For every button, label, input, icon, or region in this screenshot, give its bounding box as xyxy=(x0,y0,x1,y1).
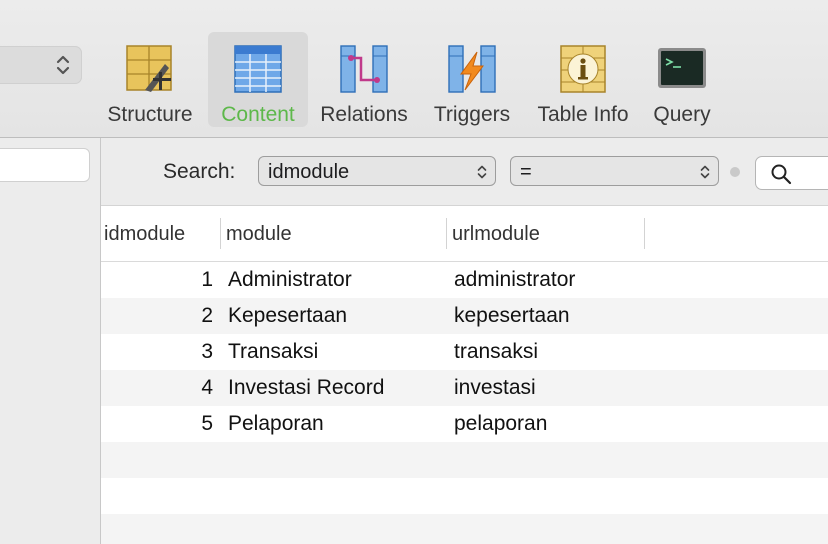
tab-query-label: Query xyxy=(653,103,711,126)
database-select[interactable] xyxy=(0,46,82,84)
updown-chevron-icon xyxy=(700,165,710,179)
cell-idmodule[interactable]: 3 xyxy=(101,334,213,370)
filter-value-input[interactable] xyxy=(755,156,828,190)
tab-structure[interactable]: Structure xyxy=(102,32,198,127)
empty-row xyxy=(101,442,828,478)
column-separator[interactable] xyxy=(220,218,221,249)
updown-chevron-icon xyxy=(477,165,487,179)
content-icon xyxy=(234,45,282,93)
toolbar: Structure Content Relations Triggers Tab… xyxy=(0,0,828,138)
column-header-urlmodule[interactable]: urlmodule xyxy=(452,223,540,246)
column-header-module[interactable]: module xyxy=(226,223,292,246)
cell-urlmodule[interactable]: kepesertaan xyxy=(454,298,570,334)
filter-field-value: idmodule xyxy=(268,161,350,183)
tab-table-info[interactable]: Table Info xyxy=(532,32,634,127)
query-icon xyxy=(658,48,706,88)
tab-relations[interactable]: Relations xyxy=(316,32,412,127)
status-dot xyxy=(730,167,740,177)
search-icon xyxy=(771,164,792,185)
cell-urlmodule[interactable]: investasi xyxy=(454,370,536,406)
sidebar xyxy=(0,138,101,544)
table-row[interactable]: 2 Kepesertaan kepesertaan xyxy=(101,298,828,334)
table-row[interactable]: 1 Administrator administrator xyxy=(101,262,828,298)
table-header: idmodule module urlmodule xyxy=(101,206,828,262)
cell-module[interactable]: Administrator xyxy=(228,262,352,298)
tab-query[interactable]: Query xyxy=(634,32,730,127)
column-header-idmodule[interactable]: idmodule xyxy=(104,223,185,246)
search-label: Search: xyxy=(163,160,236,183)
cell-urlmodule[interactable]: transaksi xyxy=(454,334,538,370)
empty-row xyxy=(101,514,828,544)
empty-row xyxy=(101,478,828,514)
table-filter-input[interactable] xyxy=(0,148,90,182)
structure-icon xyxy=(126,45,172,92)
cell-urlmodule[interactable]: pelaporan xyxy=(454,406,547,442)
cell-idmodule[interactable]: 1 xyxy=(101,262,213,298)
triggers-icon xyxy=(448,45,496,93)
filter-field-select[interactable]: idmodule xyxy=(258,156,496,186)
cell-module[interactable]: Kepesertaan xyxy=(228,298,347,334)
filter-operator-select[interactable]: = xyxy=(510,156,719,186)
tab-triggers-label: Triggers xyxy=(433,103,511,126)
tab-content[interactable]: Content xyxy=(208,32,308,127)
tab-content-label: Content xyxy=(221,103,295,126)
cell-module[interactable]: Investasi Record xyxy=(228,370,384,406)
cell-idmodule[interactable]: 2 xyxy=(101,298,213,334)
tab-structure-label: Structure xyxy=(107,103,193,126)
cell-urlmodule[interactable]: administrator xyxy=(454,262,575,298)
table-info-icon xyxy=(560,45,606,93)
filter-operator-value: = xyxy=(520,161,532,183)
relations-icon xyxy=(340,45,388,93)
table-row[interactable]: 3 Transaksi transaksi xyxy=(101,334,828,370)
table-row[interactable]: 4 Investasi Record investasi xyxy=(101,370,828,406)
table-row[interactable]: 5 Pelaporan pelaporan xyxy=(101,406,828,442)
tab-table-info-label: Table Info xyxy=(537,103,629,126)
cell-idmodule[interactable]: 4 xyxy=(101,370,213,406)
tab-triggers[interactable]: Triggers xyxy=(424,32,520,127)
column-separator[interactable] xyxy=(644,218,645,249)
cell-idmodule[interactable]: 5 xyxy=(101,406,213,442)
cell-module[interactable]: Pelaporan xyxy=(228,406,324,442)
tab-relations-label: Relations xyxy=(320,103,408,126)
updown-chevron-icon xyxy=(56,55,70,75)
cell-module[interactable]: Transaksi xyxy=(228,334,318,370)
content-table: idmodule module urlmodule 1 Administrato… xyxy=(101,206,828,544)
filter-bar: Search: idmodule = xyxy=(101,138,828,206)
column-separator[interactable] xyxy=(446,218,447,249)
